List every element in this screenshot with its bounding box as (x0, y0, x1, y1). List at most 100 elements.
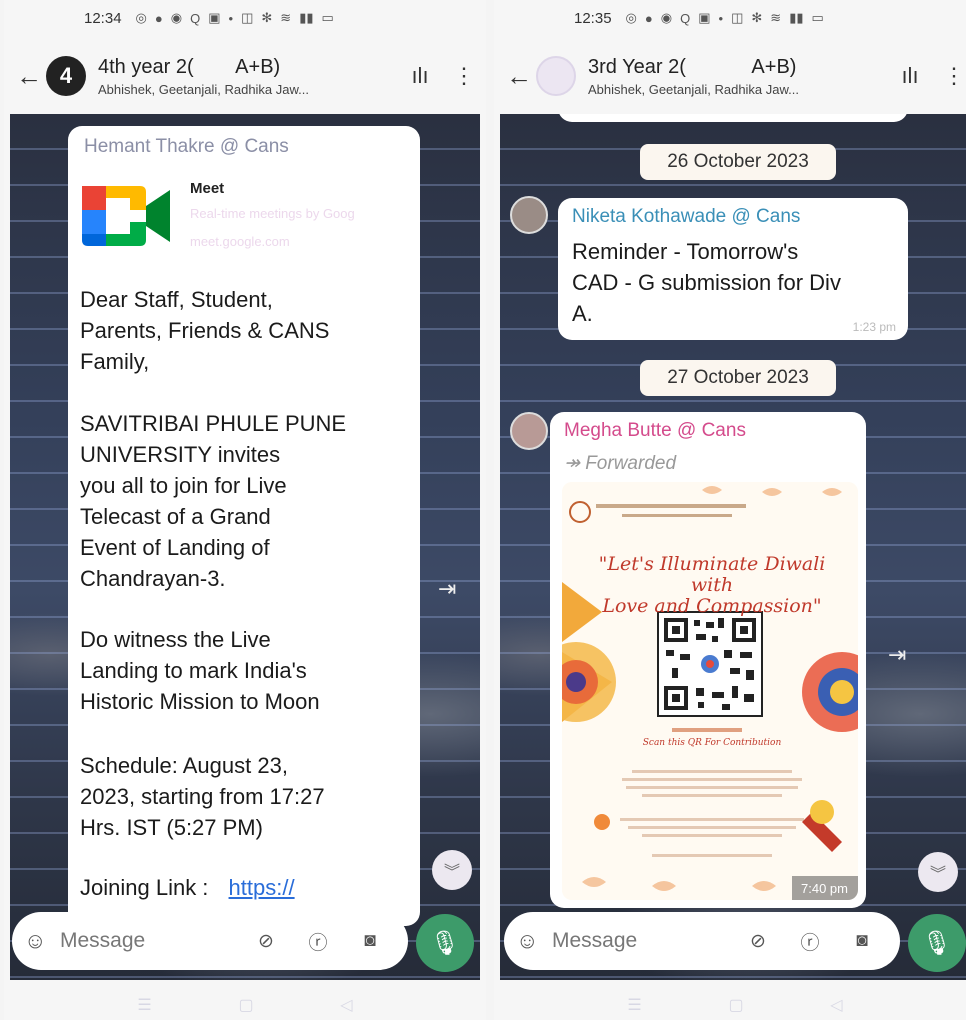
link-preview-domain: meet.google.com (190, 234, 290, 249)
status-bar: 12:35 ◎ ● ◉ Q ▣ • ◫ ✻ ≋ ▮▮ ▭ (494, 0, 966, 36)
date-separator: 27 October 2023 (640, 360, 836, 396)
battery-icon: ▭ (321, 10, 334, 25)
bluetooth-icon: ✻ (261, 10, 273, 25)
message-paragraph: Dear Staff, Student, Parents, Friends & … (80, 287, 330, 374)
joining-link-line: Joining Link : https:// (80, 872, 410, 903)
scroll-down-button[interactable]: ︾ (918, 852, 958, 892)
dot-icon: • (228, 10, 234, 26)
poster-graphic (562, 482, 858, 900)
status-bar: 12:34 ◎ ● ◉ Q ▣ • ◫ ✻ ≋ ▮▮ ▭ (4, 0, 486, 36)
group-info[interactable]: 3rd Year 2( A+B) Abhishek, Geetanjali, R… (588, 56, 888, 97)
group-title-end: A+B) (235, 55, 281, 78)
status-time: 12:35 (574, 9, 612, 27)
chat-header: ← 4 4th year 2( A+B) Abhishek, Geetanjal… (4, 38, 486, 114)
joining-label: Joining Link : (80, 875, 209, 900)
payment-icon[interactable]: ⓡ (292, 928, 344, 955)
home-nav-icon[interactable]: ▢ (728, 995, 743, 1015)
sender-avatar[interactable] (510, 196, 548, 234)
poster-title: "Let's Illuminate Diwali with Love and C… (598, 553, 826, 617)
link-preview-title[interactable]: Meet (190, 180, 224, 197)
payment-icon[interactable]: ⓡ (784, 928, 836, 955)
mic-button[interactable]: 🎙 (908, 914, 966, 972)
dot-icon: ● (154, 10, 163, 26)
back-nav-icon[interactable]: ◁ (340, 995, 352, 1015)
message-text: Reminder - Tomorrow's CAD - G submission… (572, 239, 841, 326)
message-input[interactable]: Message (60, 929, 240, 953)
app-icon: ◉ (170, 10, 183, 25)
previous-message-bubble[interactable] (558, 114, 908, 122)
back-arrow-icon[interactable]: ← (12, 61, 46, 92)
group-members: Abhishek, Geetanjali, Radhika Jaw... (588, 81, 800, 97)
link-preview-description: Real-time meetings by Goog (190, 206, 355, 221)
system-nav-bar: ☰ ▢ ◁ (494, 990, 966, 1020)
search-icon: Q (680, 10, 691, 26)
gallery-icon: ▣ (208, 10, 221, 25)
message-bubble[interactable]: Hemant Thakre @ Cans Meet Real-time meet… (68, 126, 420, 926)
attach-icon[interactable]: ⊘ (732, 930, 784, 953)
group-avatar[interactable] (536, 56, 576, 96)
camera-icon[interactable]: ◙ (836, 930, 888, 952)
message-bubble[interactable]: Niketa Kothawade @ Cans Reminder - Tomor… (558, 198, 908, 340)
group-avatar[interactable]: 4 (46, 56, 86, 96)
forward-icon[interactable]: ⇥ (438, 576, 456, 602)
message-paragraph: SAVITRIBAI PHULE PUNE UNIVERSITY invites… (80, 411, 347, 591)
dot-icon: ● (644, 10, 653, 26)
home-nav-icon[interactable]: ▢ (238, 995, 253, 1015)
instagram-icon: ◎ (625, 10, 637, 25)
scroll-down-button[interactable]: ︾ (432, 850, 472, 890)
joining-link[interactable]: https:// (229, 875, 295, 900)
group-title: 4th year 2( A+B) (98, 56, 398, 79)
mic-button[interactable]: 🎙 (416, 914, 474, 972)
group-info[interactable]: 4th year 2( A+B) Abhishek, Geetanjali, R… (98, 56, 398, 97)
group-title: 3rd Year 2( A+B) (588, 56, 888, 79)
status-time: 12:34 (84, 9, 122, 27)
voice-chat-icon[interactable]: ılı (398, 63, 442, 89)
vibrate-icon: ◫ (241, 10, 254, 25)
app-icon: ◉ (660, 10, 673, 25)
wifi-icon: ≋ (770, 10, 782, 25)
attach-icon[interactable]: ⊘ (240, 930, 292, 953)
bluetooth-icon: ✻ (751, 10, 763, 25)
message-sender: Niketa Kothawade @ Cans (572, 206, 801, 227)
message-input[interactable]: Message (552, 929, 732, 953)
forwarded-icon: ↠ (564, 453, 580, 474)
search-icon: Q (190, 10, 201, 26)
message-time: 7:40 pm (801, 881, 848, 896)
group-title-start: 4th year 2( (98, 55, 194, 78)
chat-area[interactable]: Hemant Thakre @ Cans Meet Real-time meet… (10, 114, 480, 980)
sticker-icon[interactable]: ☺ (24, 928, 60, 954)
more-options-icon[interactable]: ⋮ (442, 63, 486, 89)
dot-icon: • (718, 10, 724, 26)
message-composer[interactable]: ☺ Message ⊘ ⓡ ◙ (12, 912, 408, 970)
chat-header: ← 3rd Year 2( A+B) Abhishek, Geetanjali,… (494, 38, 966, 114)
message-time: 1:23 pm (852, 320, 896, 334)
system-nav-bar: ☰ ▢ ◁ (4, 990, 486, 1020)
wifi-icon: ≋ (280, 10, 292, 25)
back-arrow-icon[interactable]: ← (502, 61, 536, 92)
vibrate-icon: ◫ (731, 10, 744, 25)
message-composer[interactable]: ☺ Message ⊘ ⓡ ◙ (504, 912, 900, 970)
signal-icon: ▮▮ (789, 10, 804, 25)
sender-avatar[interactable] (510, 412, 548, 450)
forward-icon[interactable]: ⇥ (888, 642, 906, 668)
sticker-icon[interactable]: ☺ (516, 928, 552, 954)
gallery-icon: ▣ (698, 10, 711, 25)
diwali-poster-image[interactable]: "Let's Illuminate Diwali with Love and C… (562, 482, 858, 900)
google-meet-icon (82, 186, 170, 246)
more-options-icon[interactable]: ⋮ (932, 63, 966, 89)
menu-nav-icon[interactable]: ☰ (137, 995, 151, 1015)
right-phone-screen: 12:35 ◎ ● ◉ Q ▣ • ◫ ✻ ≋ ▮▮ ▭ ← 3rd Year … (494, 0, 966, 1020)
message-paragraph: Do witness the Live Landing to mark Indi… (80, 627, 320, 714)
back-nav-icon[interactable]: ◁ (830, 995, 842, 1015)
menu-nav-icon[interactable]: ☰ (627, 995, 641, 1015)
chat-area[interactable]: 26 October 2023 Niketa Kothawade @ Cans … (500, 114, 966, 980)
message-paragraph: Schedule: August 23, 2023, starting from… (80, 753, 325, 840)
instagram-icon: ◎ (135, 10, 147, 25)
group-title-end: A+B) (751, 55, 797, 78)
voice-chat-icon[interactable]: ılı (888, 63, 932, 89)
message-bubble[interactable]: Megha Butte @ Cans ↠ Forwarded "Let's Il… (550, 412, 866, 908)
message-sender: Hemant Thakre @ Cans (84, 136, 289, 157)
signal-icon: ▮▮ (299, 10, 314, 25)
camera-icon[interactable]: ◙ (344, 930, 396, 952)
group-title-start: 3rd Year 2( (588, 55, 686, 78)
